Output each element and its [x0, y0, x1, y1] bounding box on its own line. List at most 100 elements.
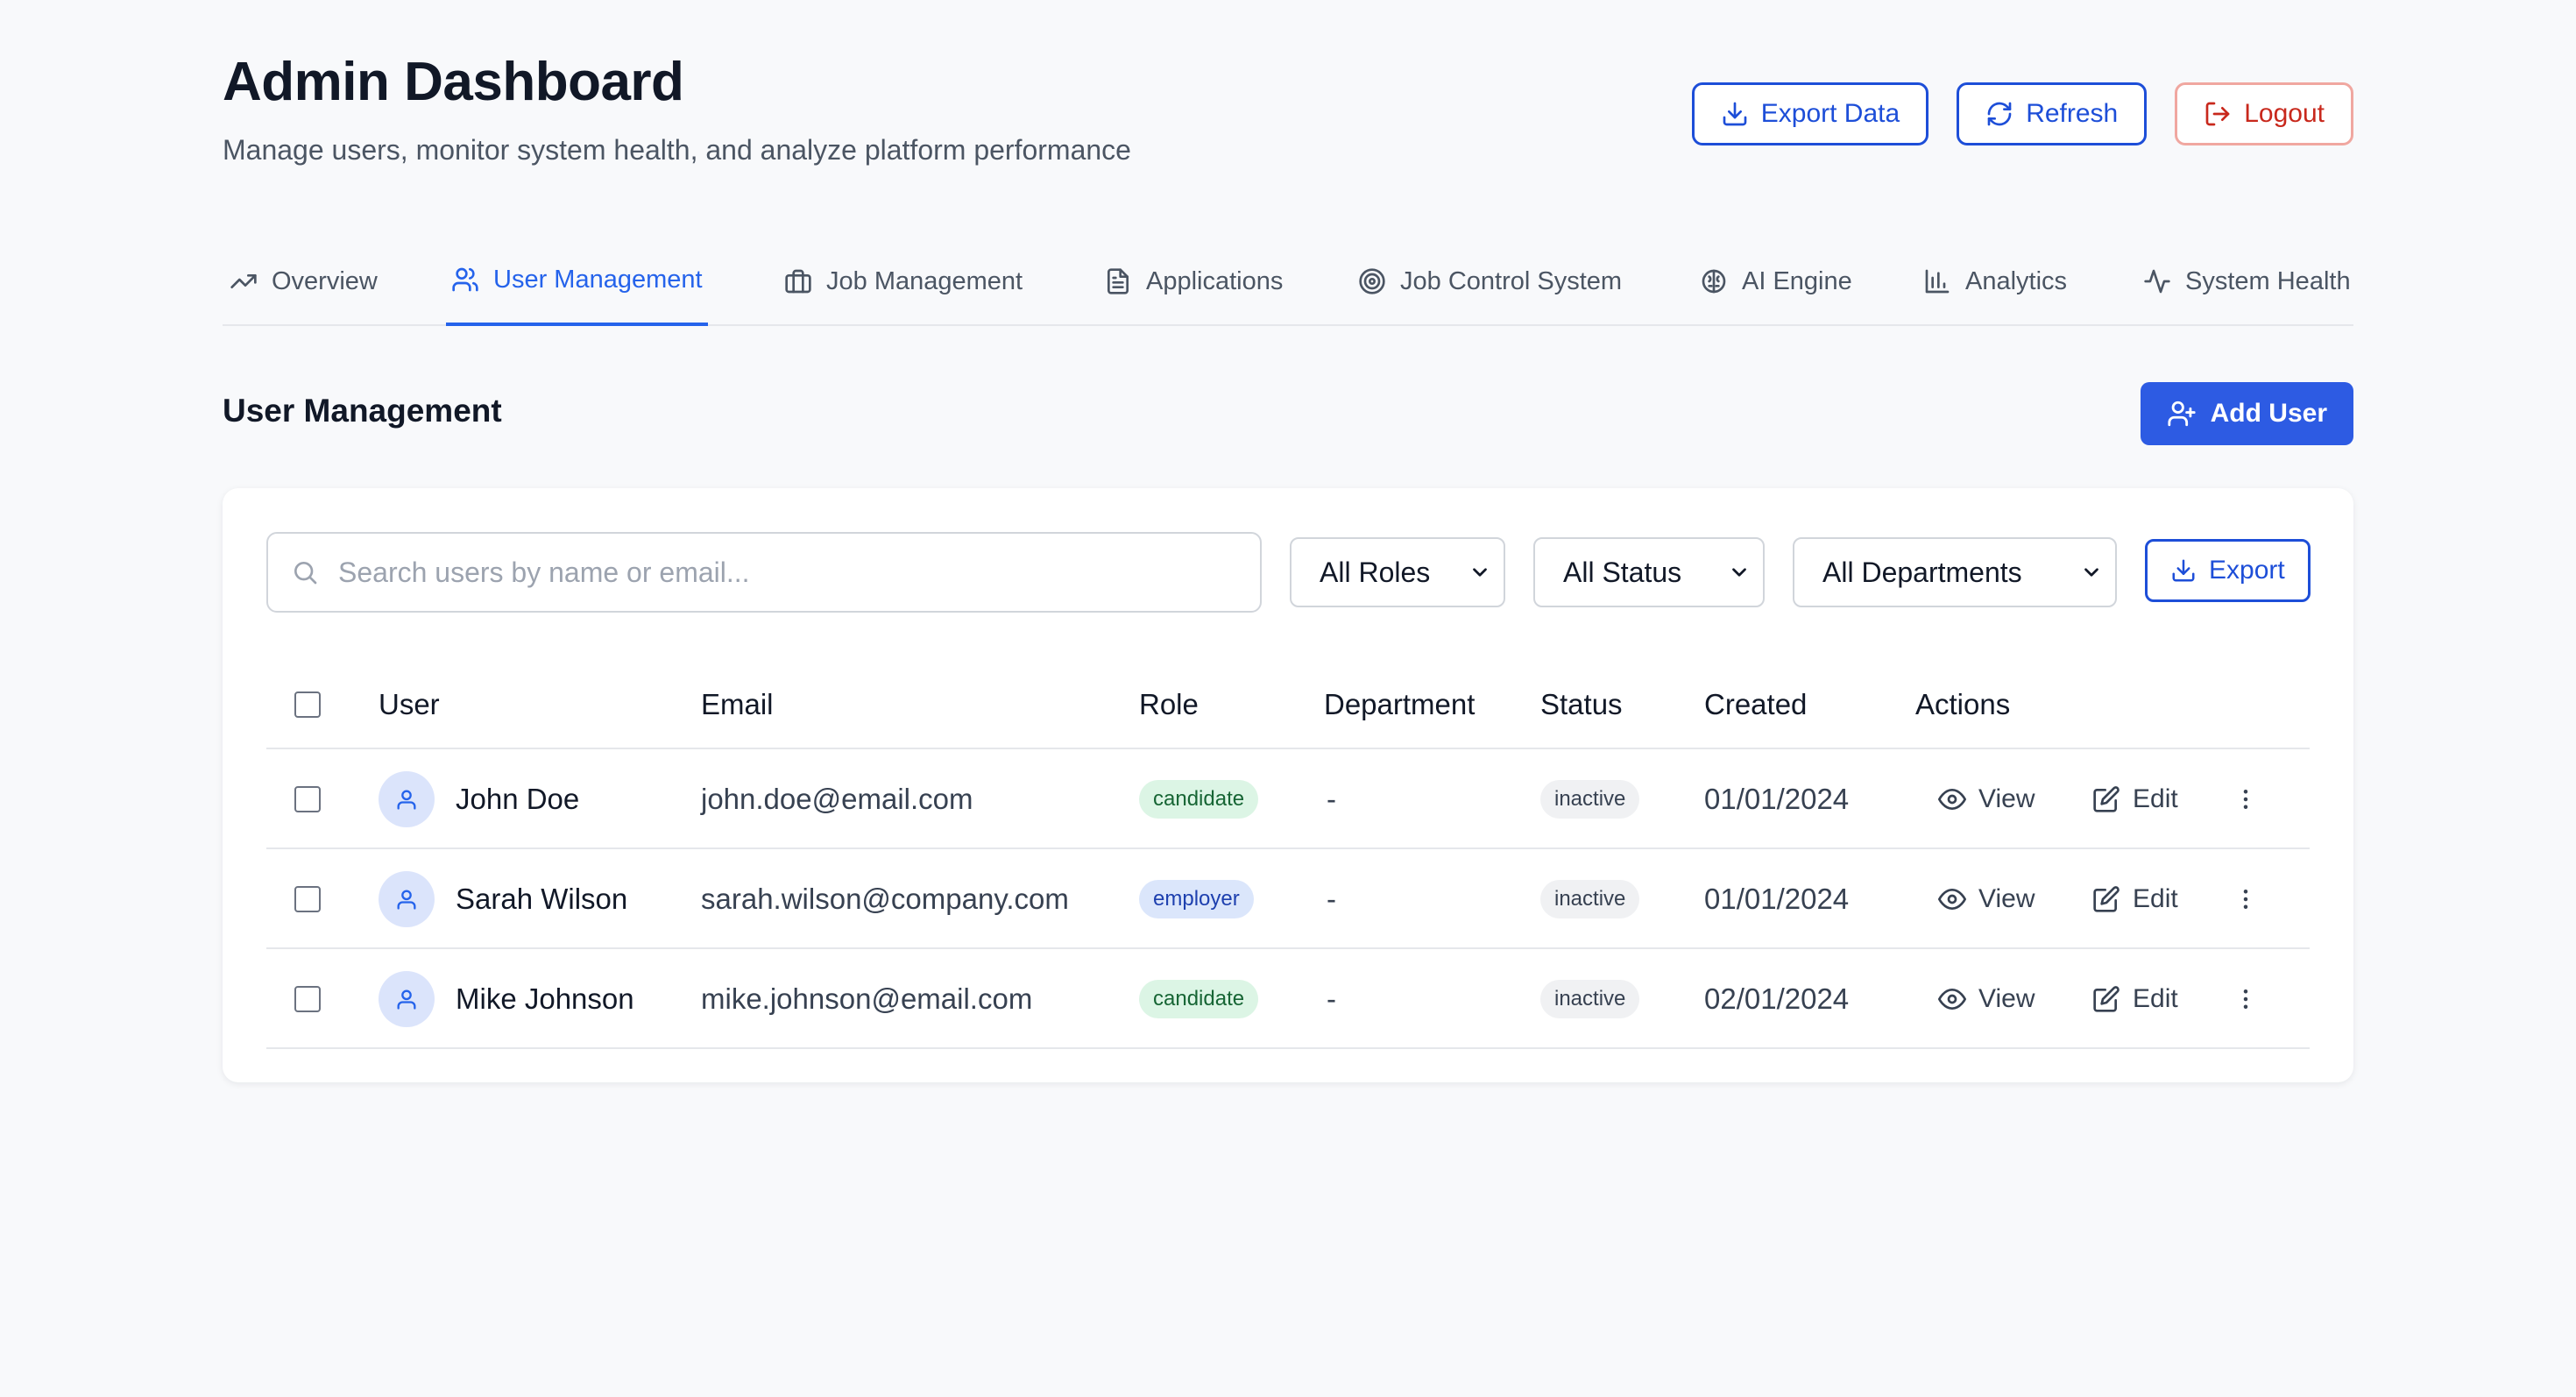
status-filter-select[interactable]: All Status [1533, 537, 1765, 607]
bar-chart-icon [1925, 269, 1950, 294]
add-user-button[interactable]: Add User [2140, 382, 2353, 445]
role-filter-select[interactable]: All Roles [1290, 537, 1505, 607]
tab-label: System Health [2185, 266, 2351, 295]
export-users-label: Export [2209, 556, 2285, 585]
tab-overview[interactable]: Overview [224, 237, 383, 326]
chevron-down-icon [1473, 568, 1487, 577]
logout-button[interactable]: Logout [2175, 82, 2353, 145]
chevron-down-icon [1732, 568, 1746, 577]
tab-analytics[interactable]: Analytics [1918, 237, 2072, 326]
edit-button[interactable]: Edit [2092, 784, 2178, 814]
column-header-actions: Actions [1915, 688, 2011, 720]
tab-label: AI Engine [1742, 266, 1852, 295]
created-date: 01/01/2024 [1704, 883, 1850, 915]
more-vertical-icon [2243, 790, 2248, 809]
more-options-button[interactable] [2233, 849, 2259, 949]
user-plus-icon [2168, 401, 2196, 427]
select-all-checkbox[interactable] [294, 691, 321, 718]
edit-icon [2093, 886, 2120, 912]
view-label: View [1978, 884, 2035, 913]
avatar [379, 871, 435, 927]
tab-job-control-system[interactable]: Job Control System [1353, 237, 1627, 326]
department-filter-select[interactable]: All Departments [1793, 537, 2117, 607]
view-button[interactable]: View [1938, 784, 2035, 814]
section-title: User Management [223, 393, 502, 429]
chevron-down-icon [2084, 568, 2098, 577]
created-date: 01/01/2024 [1704, 783, 1850, 815]
add-user-label: Add User [2210, 399, 2327, 428]
tab-job-management[interactable]: Job Management [779, 237, 1028, 326]
more-options-button[interactable] [2233, 749, 2259, 849]
tab-label: User Management [493, 265, 703, 294]
file-text-icon [1108, 268, 1129, 294]
page-subtitle: Manage users, monitor system health, and… [223, 134, 1131, 166]
view-button[interactable]: View [1938, 884, 2035, 914]
status-badge: inactive [1540, 880, 1640, 918]
search-icon [294, 562, 317, 585]
edit-icon [2093, 786, 2120, 812]
refresh-button[interactable]: Refresh [1957, 82, 2148, 145]
column-header-email: Email [701, 688, 774, 720]
column-header-role: Role [1139, 688, 1199, 720]
user-name: Mike Johnson [456, 982, 634, 1015]
table-row: John Doe john.doe@email.com candidate - … [266, 749, 2310, 849]
row-checkbox[interactable] [294, 986, 321, 1012]
tab-label: Applications [1146, 266, 1284, 295]
role-badge: candidate [1139, 780, 1259, 819]
edit-label: Edit [2133, 884, 2178, 913]
edit-button[interactable]: Edit [2092, 984, 2178, 1014]
tab-user-management[interactable]: User Management [446, 237, 708, 326]
user-icon [397, 890, 416, 910]
tab-label: Analytics [1965, 266, 2068, 295]
export-data-button[interactable]: Export Data [1691, 82, 1929, 145]
user-department: - [1327, 883, 1336, 915]
tab-ai-engine[interactable]: AI Engine [1695, 237, 1858, 326]
more-options-button[interactable] [2233, 949, 2259, 1049]
tab-label: Overview [272, 266, 378, 295]
eye-icon [1938, 989, 1966, 1010]
user-department: - [1327, 982, 1336, 1015]
column-header-user: User [379, 688, 440, 720]
search-box [266, 532, 1262, 613]
column-header-department: Department [1324, 688, 1476, 720]
user-name: Sarah Wilson [456, 883, 628, 915]
status-badge: inactive [1540, 780, 1640, 819]
tab-label: Job Control System [1400, 266, 1623, 295]
page-title: Admin Dashboard [223, 52, 684, 112]
row-checkbox[interactable] [294, 886, 321, 912]
export-users-button[interactable]: Export [2145, 539, 2311, 602]
column-header-created: Created [1704, 688, 1808, 720]
edit-icon [2093, 986, 2120, 1012]
eye-icon [1938, 889, 1966, 910]
table-header: User Email Role Department Status Create… [266, 660, 2310, 749]
brain-icon [1702, 269, 1726, 294]
edit-label: Edit [2133, 784, 2178, 813]
tab-system-health[interactable]: System Health [2138, 237, 2356, 326]
header-actions: Export Data Refresh Logout [1691, 82, 2353, 145]
download-icon [2172, 559, 2195, 582]
edit-label: Edit [2133, 984, 2178, 1013]
avatar [379, 771, 435, 827]
refresh-label: Refresh [2026, 99, 2119, 128]
search-input[interactable] [338, 556, 1214, 589]
created-date: 02/01/2024 [1704, 982, 1850, 1015]
refresh-icon [1987, 102, 2012, 126]
role-badge: candidate [1139, 980, 1259, 1018]
trending-up-icon [230, 274, 257, 288]
department-filter-value: All Departments [1822, 556, 2022, 588]
row-checkbox[interactable] [294, 786, 321, 812]
tab-bar: Overview User Management Job Management … [223, 237, 2353, 326]
logout-label: Logout [2244, 99, 2325, 128]
more-vertical-icon [2243, 989, 2248, 1009]
view-button[interactable]: View [1938, 984, 2035, 1014]
tab-applications[interactable]: Applications [1099, 237, 1288, 326]
avatar [379, 971, 435, 1027]
user-email: sarah.wilson@company.com [701, 883, 1069, 915]
status-badge: inactive [1540, 980, 1640, 1018]
edit-button[interactable]: Edit [2092, 884, 2178, 914]
user-name: John Doe [456, 783, 580, 815]
tab-label: Job Management [826, 266, 1023, 295]
more-vertical-icon [2243, 890, 2248, 909]
user-icon [397, 989, 416, 1010]
view-label: View [1978, 984, 2035, 1013]
